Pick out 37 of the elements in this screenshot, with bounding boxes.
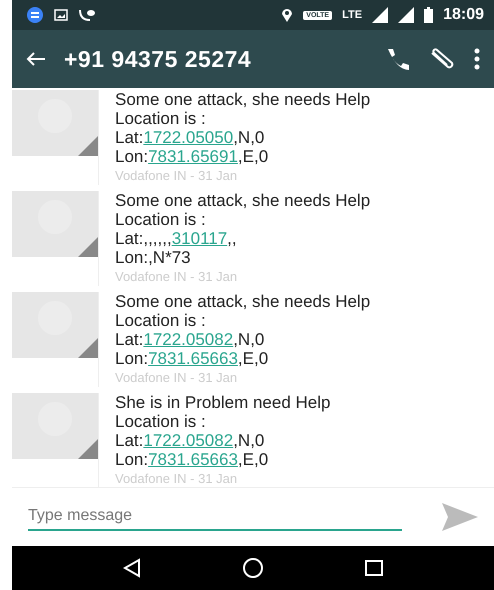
- coordinate-line: Lon:7831.65691,E,0: [115, 147, 270, 166]
- message-text: Location is :: [115, 412, 207, 431]
- message-text: Location is :: [115, 210, 207, 229]
- chat-icon: [78, 8, 96, 22]
- coordinate-link[interactable]: 1722.05082: [143, 330, 234, 349]
- message-text: Lon:,N*73: [115, 248, 192, 267]
- home-icon[interactable]: [242, 557, 264, 579]
- coordinate-line: Lat:1722.05082,N,0: [115, 431, 266, 450]
- clock: 18:09: [443, 6, 484, 24]
- message-text: Some one attack, she needs Help: [115, 292, 372, 311]
- message-text: Some one attack, she needs Help: [115, 90, 372, 109]
- coordinate-line: Lon:7831.65663,E,0: [115, 450, 270, 469]
- location-icon: [281, 8, 294, 22]
- coordinate-line: Lon:7831.65663,E,0: [115, 349, 270, 368]
- battery-icon: [424, 7, 434, 23]
- message-text: Location is :: [115, 311, 207, 330]
- coordinate-line: Lat:1722.05050,N,0: [115, 128, 266, 147]
- more-menu-icon[interactable]: [474, 48, 480, 70]
- message-text: Some one attack, she needs Help: [115, 191, 372, 210]
- image-icon: [54, 9, 68, 21]
- back-arrow-icon[interactable]: [26, 51, 46, 67]
- recents-icon[interactable]: [364, 558, 384, 578]
- coordinate-link[interactable]: 7831.65663: [148, 349, 238, 368]
- message-text: She is in Problem need Help: [115, 393, 332, 412]
- signal-icon: [372, 7, 388, 23]
- coordinate-link[interactable]: 7831.65691: [148, 147, 238, 166]
- contact-number: +91 94375 25274: [64, 46, 252, 72]
- network-type: LTE: [342, 9, 362, 21]
- signal-icon: [398, 7, 414, 23]
- coordinate-line: Lat:,,,,,,310117,,: [115, 229, 238, 248]
- message-text: Location is :: [115, 109, 207, 128]
- back-icon[interactable]: [122, 558, 142, 578]
- coordinate-link[interactable]: 1722.05050: [143, 128, 234, 147]
- coordinate-line: Lat:1722.05082,N,0: [115, 330, 266, 349]
- coordinate-link[interactable]: 310117: [172, 229, 228, 248]
- coordinate-link[interactable]: 7831.65663: [148, 450, 238, 469]
- coordinate-link[interactable]: 1722.05082: [143, 431, 234, 450]
